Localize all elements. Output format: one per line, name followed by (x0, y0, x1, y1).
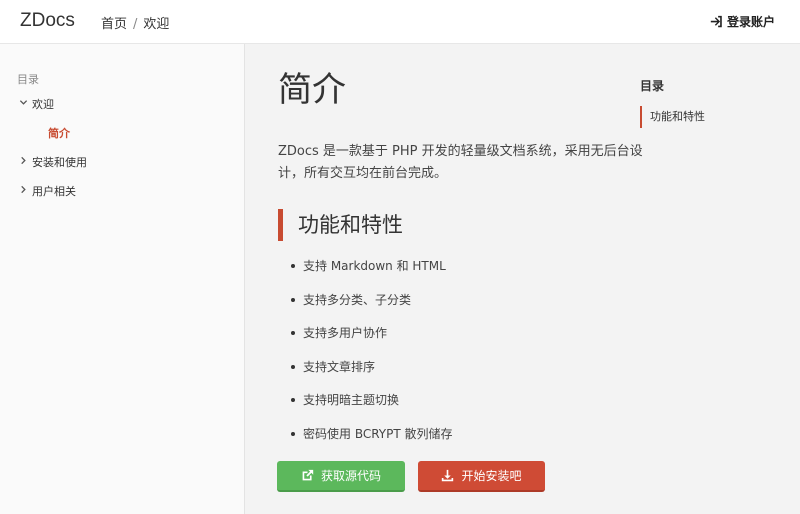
main-content: 简介 ZDocs 是一款基于 PHP 开发的轻量级文档系统，采用无后台设计，所有… (245, 44, 800, 514)
sidebar-item-label: 用户相关 (32, 185, 76, 198)
toc-item-features[interactable]: 功能和特性 (640, 106, 705, 128)
get-source-label: 获取源代码 (320, 469, 381, 483)
site-logo[interactable]: ZDocs (20, 10, 75, 32)
breadcrumb-separator: / (133, 17, 138, 32)
list-item: 支持多用户协作 (290, 322, 453, 356)
login-button[interactable]: 登录账户 (710, 13, 775, 30)
breadcrumb: 首页 / 欢迎 (101, 13, 169, 32)
sidebar-item-welcome[interactable]: 欢迎 (17, 96, 54, 112)
sign-in-icon (710, 15, 722, 28)
start-install-label: 开始安装吧 (461, 469, 522, 483)
chevron-right-icon (17, 156, 29, 168)
feature-list: 支持 Markdown 和 HTML 支持多分类、子分类 支持多用户协作 支持文… (290, 255, 453, 456)
chevron-down-icon (17, 98, 29, 110)
top-header: ZDocs 首页 / 欢迎 登录账户 (0, 0, 800, 44)
list-item: 支持多分类、子分类 (290, 289, 453, 323)
sidebar-subitem-intro[interactable]: 简介 (48, 125, 70, 141)
start-install-button[interactable]: 开始安装吧 (418, 461, 545, 492)
sidebar-item-label: 欢迎 (32, 98, 54, 111)
list-item: 密码使用 BCRYPT 散列储存 (290, 423, 453, 457)
sidebar-item-install[interactable]: 安装和使用 (17, 154, 87, 170)
login-label: 登录账户 (726, 15, 775, 29)
chevron-right-icon (17, 185, 29, 197)
list-item: 支持文章排序 (290, 356, 453, 390)
download-icon (442, 469, 454, 482)
section-heading: 功能和特性 (278, 209, 403, 241)
list-item: 支持明暗主题切换 (290, 389, 453, 423)
sidebar: 目录 欢迎 简介 安装和使用 用户相关 (0, 44, 245, 514)
toc-title: 目录 (640, 79, 665, 93)
intro-paragraph: ZDocs 是一款基于 PHP 开发的轻量级文档系统，采用无后台设计，所有交互均… (278, 144, 643, 181)
sidebar-item-users[interactable]: 用户相关 (17, 183, 76, 199)
external-link-icon (302, 469, 314, 481)
get-source-button[interactable]: 获取源代码 (277, 461, 405, 492)
sidebar-heading: 目录 (17, 73, 39, 86)
sidebar-item-label: 安装和使用 (32, 156, 87, 169)
breadcrumb-current[interactable]: 欢迎 (143, 17, 169, 32)
breadcrumb-home[interactable]: 首页 (101, 17, 127, 32)
page-title: 简介 (278, 70, 346, 110)
list-item: 支持 Markdown 和 HTML (290, 255, 453, 289)
